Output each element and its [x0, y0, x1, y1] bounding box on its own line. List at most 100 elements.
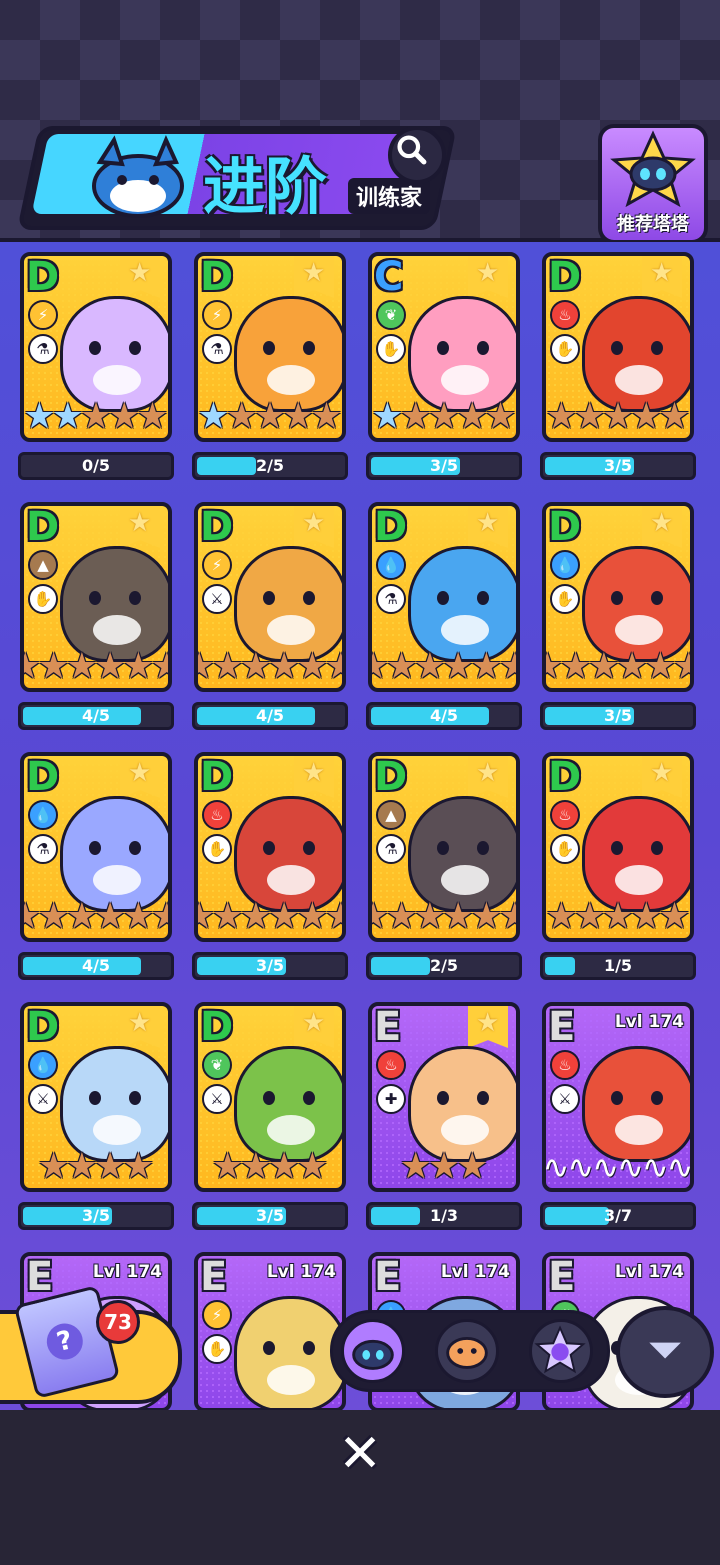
- star-badge-icon: [534, 1325, 586, 1374]
- pet-card[interactable]: D💧 ⚗ ★★★★★★: [20, 752, 172, 942]
- progress-label: 3/5: [255, 1206, 285, 1225]
- pet-card[interactable]: D▲ ⚗ ★★★★★★: [368, 752, 520, 942]
- star-icon: ★: [325, 649, 342, 685]
- pet-card[interactable]: D♨ ✋ ★★★★★: [542, 752, 694, 942]
- shard-progress-bar: 3/5: [18, 1202, 174, 1230]
- star-icon: ★: [484, 396, 517, 437]
- claw-role-icon: ✋: [202, 1334, 232, 1364]
- claw-role-icon: ✋: [202, 834, 232, 864]
- star-rating: ★ ★ ★: [372, 1148, 516, 1186]
- favorite-ribbon-icon[interactable]: [468, 256, 508, 298]
- favorite-ribbon-icon[interactable]: [120, 256, 160, 298]
- favorite-ribbon-icon[interactable]: [642, 256, 682, 298]
- favorite-ribbon-icon[interactable]: [120, 506, 160, 548]
- water-element-icon: 💧: [550, 550, 580, 580]
- tab-badges[interactable]: [529, 1319, 593, 1383]
- search-button[interactable]: [388, 126, 446, 184]
- rank-letter: D: [374, 754, 408, 800]
- pet-card[interactable]: D💧 ⚔ ★★★★: [20, 1002, 172, 1192]
- star-cat-icon: [610, 130, 696, 208]
- recommend-label: 推荐塔塔: [617, 214, 689, 235]
- pet-card[interactable]: D♨ ✋ ★★★★★★: [194, 752, 346, 942]
- star-icon: ★: [310, 396, 343, 437]
- favorite-ribbon-icon[interactable]: [294, 506, 334, 548]
- pet-card[interactable]: E Lvl 174 ⚡ ✋: [194, 1252, 346, 1412]
- star-icon: ★: [151, 899, 168, 935]
- pet-card[interactable]: D⚡ ⚗ ★★★★★: [20, 252, 172, 442]
- progress-label: 3/5: [255, 956, 285, 975]
- tab-pets[interactable]: [341, 1319, 405, 1383]
- favorite-ribbon-icon[interactable]: [120, 1006, 160, 1048]
- pet-card[interactable]: D♨ ✋ ★★★★★: [542, 252, 694, 442]
- fire-element-icon: ♨: [202, 800, 232, 830]
- pet-portrait: [234, 796, 342, 912]
- pet-card[interactable]: D▲ ✋ ★★★★★★: [20, 502, 172, 692]
- favorite-ribbon-icon[interactable]: [294, 756, 334, 798]
- sword-role-icon: ⚔: [202, 584, 232, 614]
- pet-portrait: [234, 296, 342, 412]
- favorite-ribbon-icon[interactable]: [294, 256, 334, 298]
- progress-label: 4/5: [81, 706, 111, 725]
- claw-role-icon: ✋: [550, 334, 580, 364]
- star-icon: ★: [122, 1146, 155, 1187]
- pet-portrait: [408, 546, 516, 662]
- lucky-box-button[interactable]: ? 73: [0, 1285, 182, 1404]
- sword-role-icon: ⚔: [202, 1084, 232, 1114]
- recommend-button[interactable]: 推荐塔塔: [598, 124, 708, 244]
- water-element-icon: 💧: [28, 1050, 58, 1080]
- pet-portrait: [234, 546, 342, 662]
- claw-role-icon: ✋: [376, 334, 406, 364]
- filter-icon: ⏷: [649, 1327, 681, 1373]
- pet-card[interactable]: E Lvl 174 ♨ ⚔ ∿ ∿ ∿ ∿ ∿ ∿: [542, 1002, 694, 1192]
- rank-letter: E: [374, 1004, 402, 1050]
- star-icon: ★: [456, 1146, 489, 1187]
- shard-progress-bar: 3/7: [540, 1202, 696, 1230]
- pet-card[interactable]: D⚡ ⚔ ★★★★★★: [194, 502, 346, 692]
- shard-progress-bar: 2/5: [192, 452, 348, 480]
- tab-hamsters[interactable]: [435, 1319, 499, 1383]
- star-rating: ★ ★ ★ ★: [198, 1148, 342, 1186]
- favorite-ribbon-icon[interactable]: [642, 506, 682, 548]
- pet-portrait: [582, 1046, 690, 1162]
- favorite-ribbon-icon[interactable]: [468, 506, 508, 548]
- rank-letter: E: [548, 1004, 576, 1050]
- close-button[interactable]: ✕: [334, 1428, 386, 1480]
- rank-letter: E: [26, 1254, 54, 1300]
- earth-element-icon: ▲: [28, 550, 58, 580]
- filter-button[interactable]: ⏷: [616, 1306, 714, 1398]
- shard-progress-bar: 3/5: [366, 452, 522, 480]
- favorite-ribbon-icon[interactable]: [468, 756, 508, 798]
- wave-icon: ∿: [542, 1148, 570, 1186]
- level-label: Lvl 174: [92, 1262, 162, 1282]
- lightning-element-icon: ⚡: [202, 300, 232, 330]
- lightning-element-icon: ⚡: [28, 300, 58, 330]
- star-rating: ★★★★★★: [24, 898, 168, 936]
- pet-portrait: [60, 796, 168, 912]
- shard-progress-bar: 4/5: [18, 952, 174, 980]
- pet-card[interactable]: E♨ ✚ ★★★: [368, 1002, 520, 1192]
- potion-role-icon: ⚗: [376, 584, 406, 614]
- level-label: Lvl 174: [614, 1012, 684, 1032]
- pet-card[interactable]: D💧 ✋ ★★★★★★: [542, 502, 694, 692]
- water-element-icon: 💧: [376, 550, 406, 580]
- favorite-ribbon-icon[interactable]: [294, 1006, 334, 1048]
- pet-portrait: [408, 296, 516, 412]
- rank-letter: D: [26, 254, 60, 300]
- pet-card[interactable]: D⚡ ⚗ ★★★★★: [194, 252, 346, 442]
- heal-role-icon: ✚: [376, 1084, 406, 1114]
- star-icon: ★: [296, 1146, 329, 1187]
- pet-card[interactable]: C❦ ✋ ★★★★★: [368, 252, 520, 442]
- claw-role-icon: ✋: [550, 834, 580, 864]
- favorite-ribbon-icon[interactable]: [642, 756, 682, 798]
- pet-card[interactable]: D💧 ⚗ ★★★★★★: [368, 502, 520, 692]
- favorite-ribbon-icon[interactable]: [120, 756, 160, 798]
- star-icon: ★: [499, 899, 516, 935]
- favorite-ribbon-icon[interactable]: [468, 1006, 508, 1048]
- star-rating: ★ ★ ★ ★ ★: [372, 398, 516, 436]
- rank-letter: E: [200, 1254, 228, 1300]
- star-rating: ★ ★ ★ ★: [24, 1148, 168, 1186]
- wave-icon: ∿: [641, 1148, 669, 1186]
- pet-card[interactable]: D❦ ⚔ ★★★★: [194, 1002, 346, 1192]
- star-rating: ★★★★★★: [372, 648, 516, 686]
- rank-letter: D: [374, 504, 408, 550]
